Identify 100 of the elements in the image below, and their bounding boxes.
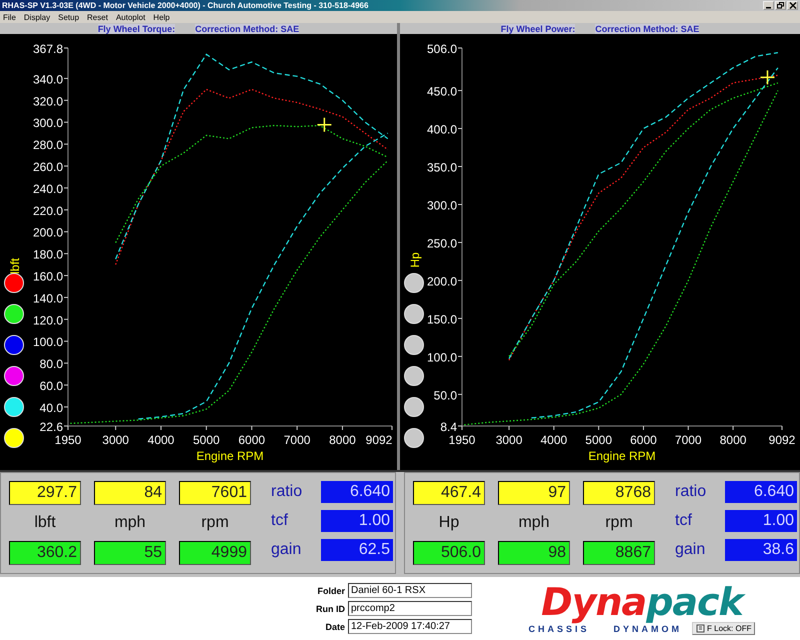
peak-value: 98 — [498, 541, 570, 565]
y-tick-label: 40.0 — [40, 400, 63, 415]
y-tick-label: 100.0 — [426, 350, 457, 364]
peak-value: 55 — [94, 541, 166, 565]
unit-label: rpm — [604, 513, 634, 533]
y-tick-label: 250.0 — [426, 236, 457, 250]
legend-dot[interactable] — [404, 335, 424, 355]
y-tick-label: 300.0 — [426, 198, 457, 212]
field-label: Date — [324, 622, 345, 632]
peak-value: 4999 — [179, 541, 251, 565]
close-icon — [788, 2, 796, 9]
peak-value: 8867 — [583, 541, 655, 565]
cursor-value: 8768 — [583, 481, 655, 505]
unit-label: lbft — [33, 513, 57, 533]
y-tick-label: 150.0 — [426, 312, 457, 326]
y-tick-label: 400.0 — [426, 122, 457, 137]
cursor-marker — [316, 117, 332, 132]
x-axis-label: Engine RPM — [196, 449, 264, 463]
x-tick-label: 3000 — [102, 433, 129, 447]
y-tick-label: 60.0 — [40, 379, 63, 394]
legend-dot[interactable] — [404, 397, 424, 417]
unit-label: Hp — [438, 513, 460, 533]
y-tick-label: 200.0 — [32, 226, 63, 240]
param-value: 6.640 — [321, 481, 393, 503]
y-tick-label: 200.0 — [426, 274, 457, 288]
y-axis-label: lbft — [8, 258, 22, 274]
x-tick-label: 6000 — [238, 433, 266, 447]
y-tick-label: 22.6 — [40, 420, 63, 434]
y-tick-label: 80.0 — [40, 357, 63, 372]
x-tick-label: 5000 — [585, 433, 612, 447]
peak-value: 506.0 — [413, 541, 485, 565]
y-tick-label: 260.0 — [32, 160, 63, 174]
logo-tagline: DYNAMOM — [614, 624, 682, 634]
y-axis-label: Hp — [408, 252, 422, 268]
legend-dot[interactable] — [404, 273, 424, 293]
param-value: 6.640 — [725, 481, 797, 503]
chart-heading: Fly Wheel Torque: — [98, 24, 176, 34]
peak-value: 360.2 — [9, 541, 81, 565]
document-icon — [696, 624, 706, 633]
x-tick-label: 9092 — [366, 433, 392, 447]
x-tick-label: 7000 — [284, 433, 310, 447]
param-value: 38.6 — [725, 539, 797, 561]
x-tick-label: 6000 — [630, 433, 657, 447]
f-lock-button[interactable]: F Lock: OFF — [692, 622, 756, 635]
y-tick-label: 240.0 — [32, 182, 63, 196]
legend-dot[interactable] — [4, 273, 24, 293]
y-tick-label: 50.0 — [434, 388, 457, 402]
x-tick-label: 1950 — [448, 433, 476, 447]
x-tick-label: 5000 — [193, 433, 220, 447]
param-label: ratio — [675, 482, 708, 502]
y-tick-label: 340.0 — [32, 72, 63, 86]
param-value: 1.00 — [321, 510, 393, 532]
legend-dot[interactable] — [404, 366, 424, 386]
x-tick-label: 1950 — [54, 433, 82, 447]
close-button[interactable] — [787, 1, 798, 10]
menu-item[interactable]: Help — [153, 12, 170, 22]
x-tick-label: 4000 — [540, 433, 568, 447]
input-field[interactable]: 12-Feb-2009 17:40:27 — [348, 619, 472, 634]
y-tick-label: 8.4 — [440, 420, 457, 434]
y-tick-label: 160.0 — [32, 270, 63, 284]
y-tick-label: 180.0 — [32, 248, 63, 262]
restore-button[interactable] — [775, 1, 786, 10]
input-field[interactable]: prccomp2 — [348, 601, 472, 616]
y-tick-label: 506.0 — [426, 42, 457, 56]
cursor-value: 84 — [94, 481, 166, 505]
param-label: tcf — [271, 511, 289, 531]
param-label: tcf — [675, 511, 693, 531]
y-tick-label: 140.0 — [32, 291, 63, 306]
legend-dot[interactable] — [4, 335, 24, 355]
y-tick-label: 350.0 — [426, 160, 457, 174]
menu-item[interactable]: Autoplot — [116, 12, 146, 22]
y-tick-label: 280.0 — [32, 138, 63, 152]
menu-item[interactable]: Display — [24, 12, 50, 22]
legend-dot[interactable] — [4, 428, 24, 448]
cursor-value: 467.4 — [413, 481, 485, 505]
cursor-value: 97 — [498, 481, 570, 505]
correction-method: Correction Method: SAE — [595, 24, 700, 34]
legend-dot[interactable] — [404, 428, 424, 448]
y-tick-label: 220.0 — [32, 204, 63, 218]
cursor-value: 297.7 — [9, 481, 81, 505]
param-value: 62.5 — [321, 539, 393, 561]
x-tick-label: 8000 — [329, 433, 356, 447]
window-title: RHAS-SP V1.3-03E (4WD - Motor Vehicle 2000+4000) - Church Automotive Testing - 310-518-4966 — [2, 1, 368, 10]
unit-label: mph — [113, 513, 147, 533]
legend-dot[interactable] — [404, 304, 424, 324]
legend-dot[interactable] — [4, 397, 24, 417]
param-label: gain — [675, 540, 706, 560]
minimize-button[interactable] — [763, 1, 774, 10]
input-field[interactable]: Daniel 60-1 RSX — [348, 583, 472, 598]
legend-dot[interactable] — [4, 304, 24, 324]
cursor-value: 7601 — [179, 481, 251, 505]
param-value: 1.00 — [725, 510, 797, 532]
logo-tagline: CHASSIS — [528, 624, 590, 634]
menu-item[interactable]: File — [3, 12, 16, 22]
menu-item[interactable]: Setup — [58, 12, 80, 22]
x-tick-label: 8000 — [720, 433, 746, 447]
x-tick-label: 4000 — [148, 433, 174, 447]
legend-dot[interactable] — [4, 366, 24, 386]
correction-method: Correction Method: SAE — [195, 24, 300, 34]
menu-item[interactable]: Reset — [87, 12, 108, 22]
